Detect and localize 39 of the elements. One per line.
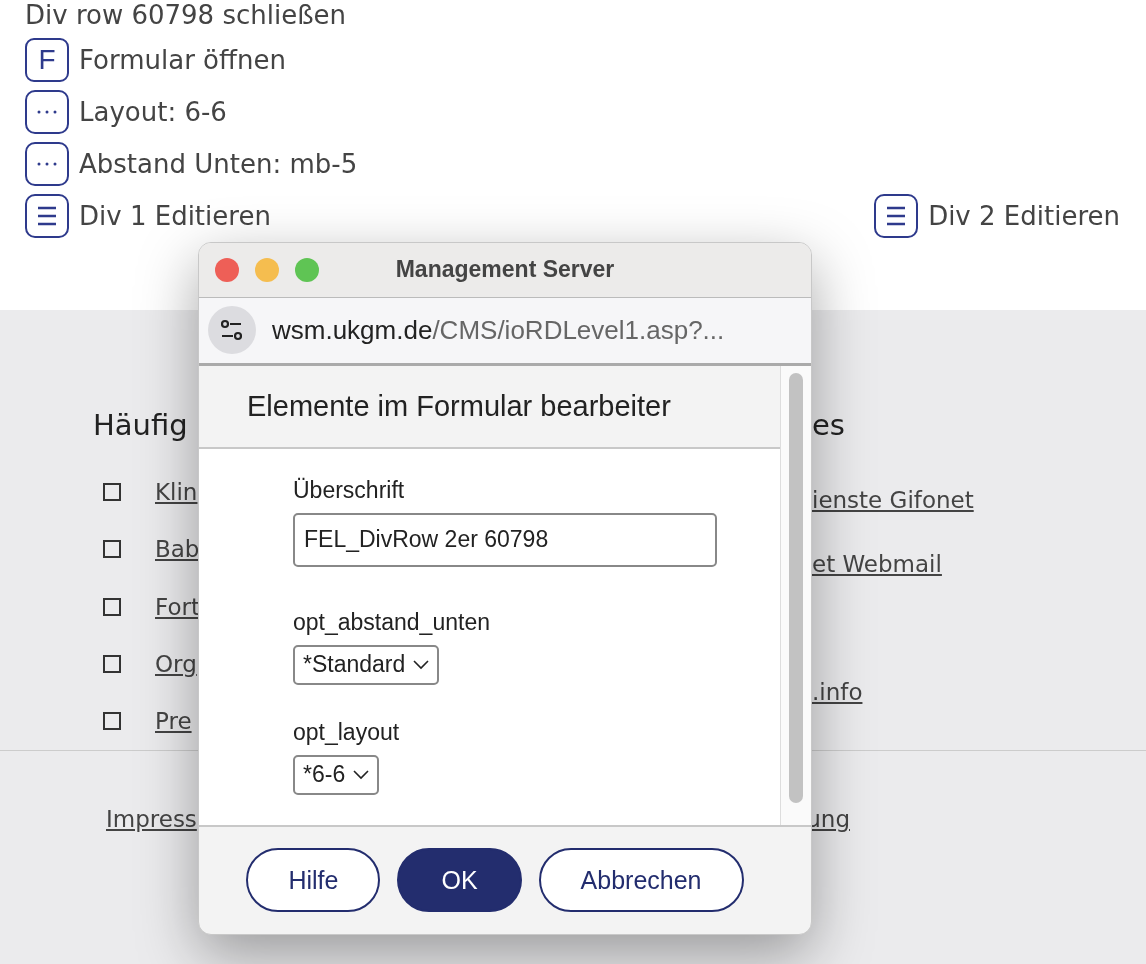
footer-link[interactable]: Pre: [155, 708, 192, 735]
footer-link[interactable]: Org: [155, 651, 197, 677]
scrollbar-thumb[interactable]: [789, 372, 803, 803]
footer-link[interactable]: Bab: [155, 536, 200, 563]
footer-link[interactable]: ienste Gifonet: [812, 487, 974, 513]
more-icon[interactable]: [25, 142, 69, 186]
field-label: opt_layout: [293, 718, 401, 748]
select-dropdown[interactable]: *Standard: [293, 644, 440, 685]
select-dropdown[interactable]: *6-6: [293, 754, 380, 795]
url-text: wsm.ukgm.de/CMS/ioRDLevel1.asp?...: [272, 314, 725, 346]
dialog-button[interactable]: Hilfe: [246, 848, 381, 913]
edit-link[interactable]: Div 1 Editieren: [79, 201, 271, 231]
form-icon[interactable]: F: [25, 38, 69, 82]
close-link[interactable]: Div row 60798 schließen: [25, 0, 347, 30]
window-title: Management Server: [395, 256, 615, 283]
dialog-button[interactable]: OK: [397, 848, 522, 913]
chevron-down-icon: [353, 769, 370, 780]
menu-icon[interactable]: [25, 194, 69, 238]
settings-icon[interactable]: [208, 306, 256, 355]
form-heading: Elemente im Formular bearbeiter: [247, 389, 671, 423]
chevron-down-icon: [413, 659, 430, 670]
section-heading: es: [812, 408, 846, 444]
input-field[interactable]: FEL_DivRow 2er 60798: [293, 512, 717, 567]
footer-link[interactable]: .info: [812, 679, 863, 705]
menu-icon[interactable]: [874, 194, 919, 238]
action-link[interactable]: Layout: 6-6: [79, 97, 227, 127]
action-link[interactable]: Formular öffnen: [79, 45, 286, 75]
close-icon[interactable]: [215, 257, 239, 282]
field-label: opt_abstand_unten: [293, 608, 491, 638]
field-label: Überschrift: [293, 476, 406, 506]
footer-link[interactable]: Klin: [155, 479, 198, 506]
section-heading: Häufig: [93, 408, 189, 444]
edit-link[interactable]: Div 2 Editieren: [928, 201, 1120, 231]
footer-link[interactable]: et Webmail: [812, 551, 942, 577]
action-link[interactable]: Abstand Unten: mb-5: [79, 149, 358, 179]
dialog-button[interactable]: Abbrechen: [538, 848, 744, 913]
more-icon[interactable]: [25, 90, 69, 134]
footer-link[interactable]: Fort: [155, 593, 200, 620]
footer-link[interactable]: Impress: [106, 806, 197, 832]
